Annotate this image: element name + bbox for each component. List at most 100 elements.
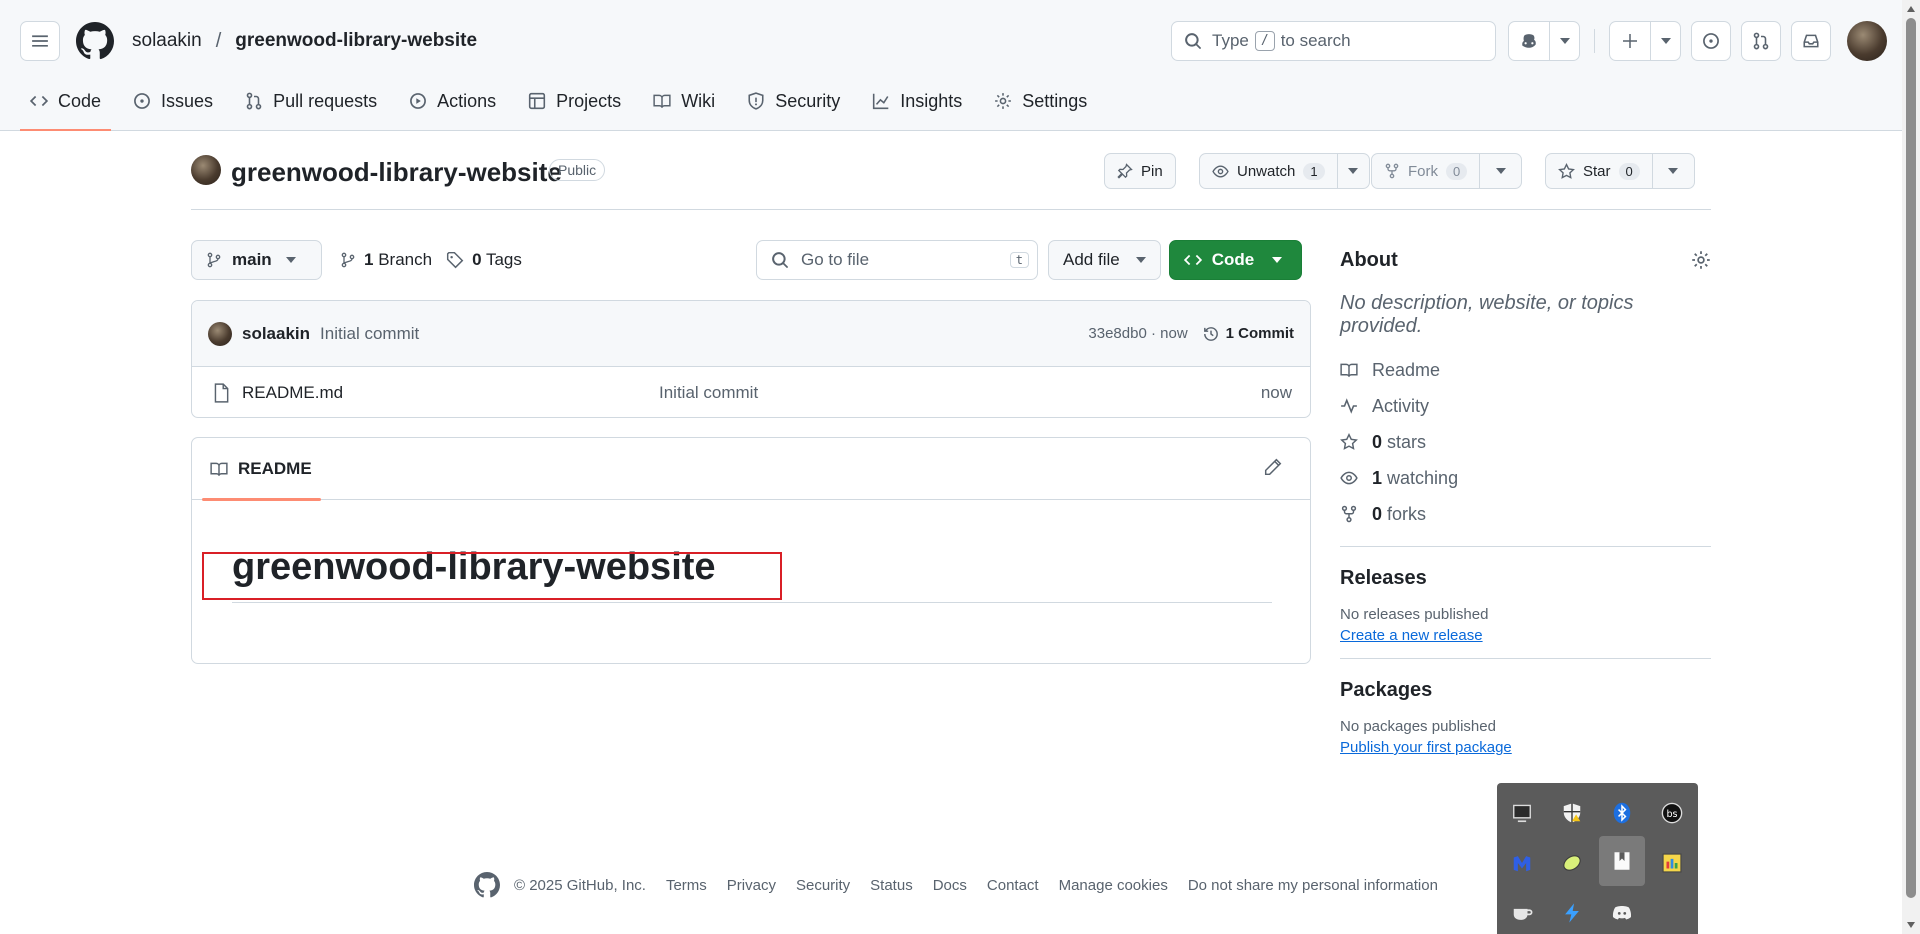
fork-button[interactable]: Fork 0 (1371, 153, 1523, 189)
user-avatar[interactable] (1847, 21, 1887, 61)
discord-icon[interactable] (1599, 890, 1645, 934)
chevron-down-icon[interactable] (1651, 154, 1694, 188)
about-sidebar: About No description, website, or topics… (1340, 240, 1711, 756)
tab-security[interactable]: Security (737, 80, 850, 122)
teacup-icon[interactable] (1499, 890, 1545, 934)
breadcrumb-owner[interactable]: solaakin (132, 30, 202, 52)
footer-link[interactable]: Contact (987, 877, 1039, 894)
tags-link[interactable]: 0 Tags (446, 250, 522, 270)
releases-title[interactable]: Releases (1340, 567, 1711, 590)
scrollbar-thumb[interactable] (1906, 18, 1916, 898)
page-scrollbar[interactable] (1902, 0, 1920, 934)
readme-link[interactable]: Readme (1340, 352, 1711, 388)
code-button[interactable]: Code (1168, 240, 1302, 280)
star-label: Star (1583, 162, 1611, 180)
bs-icon[interactable]: bs (1649, 790, 1695, 836)
issue-circle-icon (1703, 33, 1719, 49)
bluetooth-icon[interactable] (1599, 790, 1645, 836)
packages-title[interactable]: Packages (1340, 679, 1711, 702)
history-icon (1203, 326, 1218, 341)
tab-readme[interactable]: README (202, 438, 321, 501)
tab-issues[interactable]: Issues (123, 80, 223, 122)
activity-link[interactable]: Activity (1340, 388, 1711, 424)
tab-projects-label: Projects (556, 90, 622, 111)
file-commit-message[interactable]: Initial commit (659, 383, 758, 403)
footer-link[interactable]: Status (870, 877, 913, 894)
malwarebytes-icon[interactable] (1499, 840, 1545, 886)
chevron-down-icon[interactable] (1479, 154, 1521, 188)
screen-color-icon[interactable] (1649, 840, 1695, 886)
tab-insights[interactable]: Insights (862, 80, 972, 122)
footer-link[interactable]: Privacy (727, 877, 776, 894)
gear-icon[interactable] (1691, 250, 1711, 270)
shield-warning-icon[interactable] (1549, 790, 1595, 836)
footer-link[interactable]: Security (796, 877, 850, 894)
breadcrumb-repo[interactable]: greenwood-library-website (235, 30, 477, 52)
unwatch-button[interactable]: Unwatch 1 (1199, 153, 1370, 189)
commit-message[interactable]: Initial commit (320, 324, 419, 344)
lemon-icon[interactable] (1549, 840, 1595, 886)
bolt-icon[interactable] (1549, 890, 1595, 934)
pull-requests-button[interactable] (1741, 21, 1781, 61)
chevron-down-icon[interactable] (1650, 22, 1680, 60)
issues-button[interactable] (1691, 21, 1731, 61)
sidebar-divider (1340, 658, 1711, 659)
search-input[interactable]: Type / to search (1171, 21, 1496, 61)
tab-settings[interactable]: Settings (984, 80, 1097, 122)
commits-link[interactable]: 1 Commit (1202, 325, 1294, 343)
monitor-icon[interactable] (1499, 790, 1545, 836)
code-button-label: Code (1211, 250, 1255, 269)
plus-icon[interactable] (1610, 22, 1650, 60)
tab-wiki[interactable]: Wiki (643, 80, 725, 122)
branch-bar: main 1 Branch 0 Tags (191, 240, 522, 280)
tab-code[interactable]: Code (20, 80, 112, 131)
branch-select[interactable]: main (191, 240, 322, 280)
bookmark-icon[interactable] (1599, 836, 1645, 886)
scroll-up-icon[interactable] (1907, 6, 1915, 12)
activity-link-label: Activity (1372, 395, 1430, 416)
owner-avatar[interactable] (191, 155, 221, 185)
repo-title[interactable]: greenwood-library-website (231, 157, 562, 188)
footer-copyright: © 2025 GitHub, Inc. (514, 876, 646, 894)
commit-hash-time[interactable]: 33e8db0 · now (1088, 325, 1187, 342)
go-to-file-input[interactable]: Go to file t (756, 240, 1038, 280)
menu-button[interactable] (20, 21, 60, 61)
create-release-link[interactable]: Create a new release (1340, 627, 1711, 644)
copilot-button[interactable] (1508, 21, 1580, 61)
footer-link[interactable]: Docs (933, 877, 967, 894)
branch-icon (207, 252, 221, 268)
tab-actions[interactable]: Actions (399, 80, 506, 122)
branches-link[interactable]: 1 Branch (340, 250, 432, 270)
pulse-icon (1341, 398, 1357, 414)
copilot-icon[interactable] (1509, 22, 1549, 60)
github-octocat-icon[interactable] (474, 872, 500, 898)
pin-button[interactable]: Pin (1104, 153, 1176, 189)
hamburger-icon (32, 35, 48, 47)
file-name[interactable]: README.md (242, 383, 343, 403)
edit-readme-button[interactable] (1264, 458, 1282, 481)
commit-author[interactable]: solaakin (242, 324, 310, 344)
stars-link[interactable]: 0 stars (1340, 424, 1711, 460)
commit-author-avatar[interactable] (208, 321, 232, 346)
table-row[interactable]: README.md Initial commit now (192, 367, 1310, 417)
tag-label: Tags (485, 250, 522, 269)
watching-link[interactable]: 1 watching (1340, 460, 1711, 496)
forks-link[interactable]: 0 forks (1340, 496, 1711, 532)
chevron-down-icon[interactable] (1549, 22, 1579, 60)
tab-projects[interactable]: Projects (518, 80, 631, 122)
add-file-button[interactable]: Add file (1048, 240, 1161, 280)
footer-link[interactable]: Manage cookies (1059, 877, 1168, 894)
footer-link[interactable]: Terms (666, 877, 707, 894)
create-new-button[interactable] (1609, 21, 1681, 61)
inbox-button[interactable] (1791, 21, 1831, 61)
scroll-down-icon[interactable] (1907, 922, 1915, 928)
publish-package-link[interactable]: Publish your first package (1340, 739, 1711, 756)
tab-pull-requests[interactable]: Pull requests (235, 80, 387, 122)
readme-divider (232, 602, 1272, 603)
chevron-down-icon[interactable] (1336, 154, 1369, 188)
github-logo[interactable] (76, 22, 114, 60)
star-button[interactable]: Star 0 (1545, 153, 1695, 189)
book-icon (653, 94, 671, 108)
footer-link[interactable]: Do not share my personal information (1188, 877, 1438, 894)
eye-icon (1212, 164, 1229, 178)
